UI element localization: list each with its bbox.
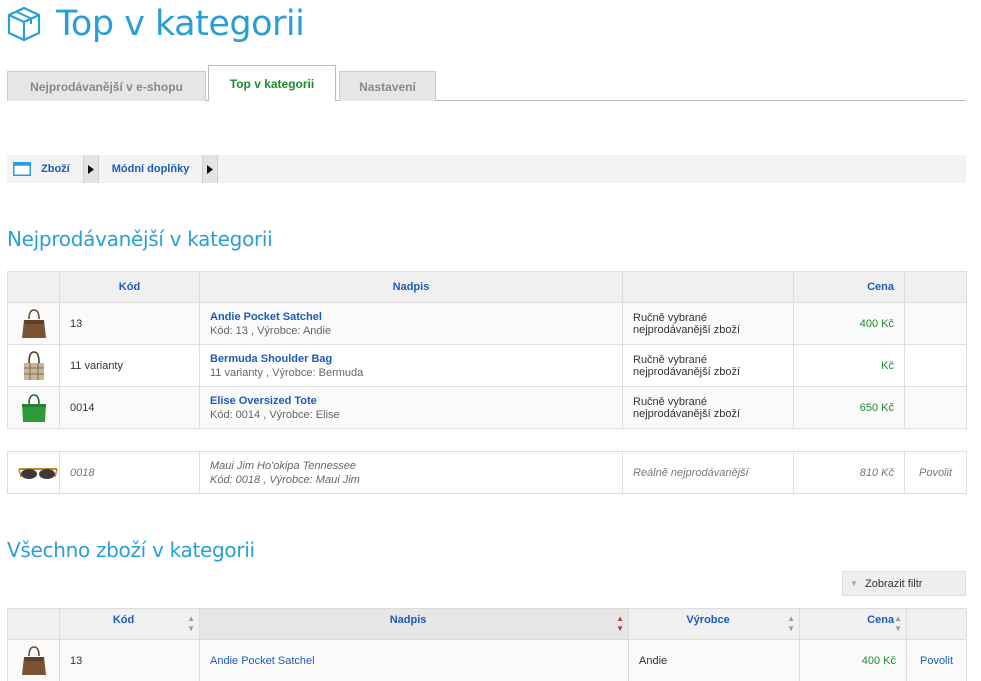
product-details: 11 varianty , Výrobce: Bermuda [210,366,364,379]
column-header-code[interactable]: Kód [59,271,200,303]
product-thumbnail [7,639,60,681]
table-row[interactable]: 11 varianty Bermuda Shoulder Bag 11 vari… [7,344,967,387]
auto-bestsellers-table: 0018 Maui Jim Ho'okipa Tennessee Kód: 00… [7,451,967,494]
table-row[interactable]: 0014 Elise Oversized Tote Kód: 0014 , Vý… [7,386,967,429]
table-header-row: Kód ▲ ▼ Nadpis ▲ ▼ Výrobce ▲ ▼ Cena ▲ ▼ [7,608,967,640]
product-thumbnail [7,386,60,429]
chevron-down-icon: ▼ [850,579,858,588]
product-name-link[interactable]: Andie Pocket Satchel [210,655,315,667]
product-code: 13 [59,639,200,681]
column-header-price-label: Cena [867,614,895,626]
product-details: Kód: 0018 , Výrobce: Maui Jim [210,473,360,486]
page-title: Top v kategorii [56,4,305,44]
bestsellers-table: Kód Nadpis Cena 13 Andie Pocket Satchel … [7,271,967,429]
show-filter-label: Zobrazit filtr [865,577,923,590]
product-thumbnail [7,451,60,494]
product-details: Kód: 13 , Výrobce: Andie [210,324,332,337]
product-price: 400 Kč [799,639,907,681]
breadcrumb-expand-arrow[interactable] [82,155,99,183]
breadcrumb-expand-arrow[interactable] [202,155,219,183]
product-name: Maui Jim Ho'okipa Tennessee [210,459,356,472]
sort-arrows-icon: ▲ ▼ [187,614,195,633]
bestseller-type: Ručně vybrané nejprodávanější zboží [622,302,794,345]
bestsellers-section-title: Nejprodávanější v kategorii [7,227,273,251]
sort-arrows-icon: ▲ ▼ [894,614,902,633]
product-name-cell: Andie Pocket Satchel Kód: 13 , Výrobce: … [199,302,623,345]
all-products-table: Kód ▲ ▼ Nadpis ▲ ▼ Výrobce ▲ ▼ Cena ▲ ▼ 13 Andie… [7,608,967,681]
triangle-right-icon [207,164,214,174]
product-details: Kód: 0014 , Výrobce: Elise [210,408,340,421]
package-box-icon [7,6,41,42]
bestseller-type: Ručně vybrané nejprodávanější zboží [622,344,794,387]
product-price: 810 Kč [793,451,905,494]
bestseller-type: Reálně nejprodávanější [622,451,794,494]
triangle-right-icon [87,164,94,174]
sunglasses-icon [18,467,58,479]
product-name-cell: Elise Oversized Tote Kód: 0014 , Výrobce… [199,386,623,429]
sort-arrows-icon: ▲ ▼ [616,614,624,633]
column-header-action [904,271,967,303]
product-price: 650 Kč [793,386,905,429]
sort-arrows-icon: ▲ ▼ [787,614,795,633]
row-action-cell [904,386,967,429]
brown-handbag-icon [21,308,46,338]
product-code: 0018 [59,451,200,494]
row-action-cell [904,302,967,345]
product-thumbnail [7,344,60,387]
column-header-price[interactable]: Cena ▲ ▼ [799,608,907,640]
tab-top-in-category[interactable]: Top v kategorii [208,65,336,101]
all-products-section-title: Všechno zboží v kategorii [7,538,255,562]
table-row[interactable]: 0018 Maui Jim Ho'okipa Tennessee Kód: 00… [7,451,967,494]
plaid-handbag-icon [23,350,44,380]
product-name-link[interactable]: Elise Oversized Tote [210,395,612,407]
product-name-link[interactable]: Bermuda Shoulder Bag [210,353,612,365]
column-header-code-label: Kód [112,614,135,626]
product-name-link[interactable]: Andie Pocket Satchel [210,311,612,323]
column-header-thumb [7,271,60,303]
row-action-cell [904,344,967,387]
column-header-maker[interactable]: Výrobce ▲ ▼ [628,608,800,640]
allow-link[interactable]: Povolit [904,451,967,494]
column-header-title-label: Nadpis [389,614,427,626]
product-thumbnail [7,302,60,345]
product-code: 11 varianty [59,344,200,387]
table-row[interactable]: 13 Andie Pocket Satchel Andie 400 Kč Pov… [7,639,967,681]
table-header-row: Kód Nadpis Cena [7,271,967,303]
product-code: 13 [59,302,200,345]
folder-window-icon [13,162,31,176]
tab-bar: Nejprodávanější v e-shopu Top v kategori… [7,65,966,101]
column-header-price[interactable]: Cena [793,271,905,303]
column-header-maker-label: Výrobce [686,614,730,626]
column-header-title[interactable]: Nadpis [199,271,623,303]
product-name-cell: Andie Pocket Satchel [199,639,629,681]
breadcrumb-item-zbozi[interactable]: Zboží [41,163,70,175]
breadcrumb: Zboží Módní doplňky [7,155,966,183]
column-header-title[interactable]: Nadpis ▲ ▼ [199,608,629,640]
table-row[interactable]: 13 Andie Pocket Satchel Kód: 13 , Výrobc… [7,302,967,345]
tab-settings[interactable]: Nastavení [339,71,436,101]
product-maker: Andie [628,639,800,681]
product-name-cell: Maui Jim Ho'okipa Tennessee Kód: 0018 , … [199,451,623,494]
column-header-code[interactable]: Kód ▲ ▼ [59,608,200,640]
product-name-cell: Bermuda Shoulder Bag 11 varianty , Výrob… [199,344,623,387]
product-code: 0014 [59,386,200,429]
page-header: Top v kategorii [6,4,305,44]
brown-handbag-icon [21,645,46,675]
column-header-thumb [7,608,60,640]
green-tote-icon [21,393,46,422]
product-price: 400 Kč [793,302,905,345]
allow-link[interactable]: Povolit [906,639,967,681]
column-header-action [906,608,967,640]
tab-eshop-bestsellers[interactable]: Nejprodávanější v e-shopu [7,71,206,101]
show-filter-button[interactable]: ▼ Zobrazit filtr [842,571,966,596]
breadcrumb-item-modni-doplnky[interactable]: Módní doplňky [112,163,190,175]
product-price: Kč [793,344,905,387]
column-header-type [622,271,794,303]
bestseller-type: Ručně vybrané nejprodávanější zboží [622,386,794,429]
